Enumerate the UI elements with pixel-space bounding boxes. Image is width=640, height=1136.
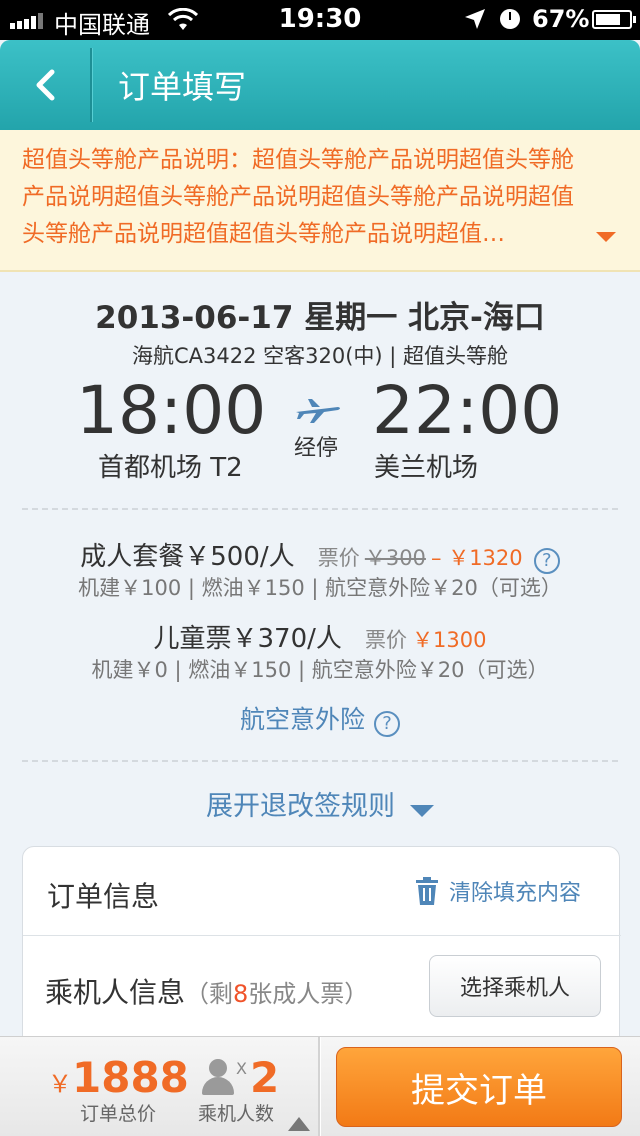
- divider: [22, 508, 618, 510]
- help-icon[interactable]: ?: [533, 547, 560, 574]
- caret-down-icon: [410, 804, 435, 817]
- divider: [23, 935, 621, 936]
- person-icon: [200, 1059, 236, 1099]
- alarm-clock-icon: [500, 9, 520, 29]
- child-ticket-label: 票价: [364, 628, 407, 652]
- remaining-prefix: （剩: [185, 980, 234, 1008]
- choose-passenger-button[interactable]: 选择乘机人: [429, 955, 601, 1017]
- battery-icon: [592, 10, 636, 29]
- arrival-airport: 美兰机场: [374, 453, 479, 483]
- adult-final-price: – ￥1320: [431, 546, 523, 570]
- trash-icon: [416, 877, 438, 905]
- departure-airport: 首都机场 T2: [98, 453, 243, 483]
- caret-up-icon[interactable]: [288, 1117, 310, 1131]
- flight-subinfo: 海航CA3422 空客320(中) | 超值头等舱: [131, 344, 509, 368]
- back-button[interactable]: [0, 40, 90, 130]
- passenger-count: 2: [250, 1053, 280, 1102]
- product-notice[interactable]: 超值头等舱产品说明：超值头等舱产品说明超值头等舱产品说明超值头等舱产品说明超值头…: [0, 130, 640, 272]
- times-sign: X: [236, 1059, 247, 1078]
- chevron-left-icon: [36, 69, 55, 101]
- passenger-info-title: 乘机人信息: [45, 976, 186, 1009]
- rules-toggle-label: 展开退改签规则: [205, 791, 395, 822]
- child-fees: 机建￥0 | 燃油￥150 | 航空意外险￥20（可选）: [91, 658, 549, 682]
- adult-original-price: ￥300: [364, 546, 426, 570]
- page-title: 订单填写: [118, 68, 247, 106]
- bottom-bar: ￥1888 订单总价 X 2 乘机人数 提交订单: [0, 1036, 640, 1136]
- adult-package-price: 成人套餐￥500/人: [80, 542, 295, 572]
- rules-toggle[interactable]: 展开退改签规则: [0, 784, 640, 823]
- nav-bar: 订单填写: [0, 40, 640, 130]
- child-ticket-price: 儿童票￥370/人: [153, 624, 342, 654]
- battery-percent: 67%: [532, 5, 590, 33]
- arrival-time: 22:00: [372, 372, 563, 449]
- submit-order-button[interactable]: 提交订单: [336, 1047, 622, 1127]
- currency-symbol: ￥: [48, 1070, 72, 1098]
- departure-time: 18:00: [76, 372, 267, 449]
- remaining-suffix: 张成人票）: [248, 980, 369, 1008]
- insurance-link[interactable]: 航空意外险: [240, 705, 365, 734]
- insurance-link-row[interactable]: 航空意外险 ?: [0, 700, 640, 737]
- remaining-count: 8: [233, 980, 249, 1008]
- order-total: ￥1888: [48, 1053, 189, 1102]
- order-total-amount: 1888: [72, 1053, 189, 1102]
- passenger-info-label: 乘机人信息（剩8张成人票）: [45, 971, 368, 1011]
- adult-price-row: 成人套餐￥500/人 票价 ￥300 – ￥1320 ?: [0, 536, 640, 574]
- status-bar: 中国联通 19:30 67%: [0, 0, 640, 40]
- child-final-price: ￥1300: [412, 628, 487, 652]
- help-icon[interactable]: ?: [374, 710, 401, 737]
- nav-divider: [90, 48, 92, 122]
- passenger-count-label: 乘机人数: [198, 1103, 275, 1125]
- notice-text: 超值头等舱产品说明：超值头等舱产品说明超值头等舱产品说明超值头等舱产品说明超值头…: [22, 147, 574, 247]
- airplane-icon: [294, 398, 342, 428]
- divider: [318, 1037, 320, 1136]
- stopover-label: 经停: [294, 436, 339, 461]
- adult-ticket-label: 票价: [317, 546, 360, 570]
- adult-fees: 机建￥100 | 燃油￥150 | 航空意外险￥20（可选）: [78, 576, 562, 600]
- clear-form-label: 清除填充内容: [449, 881, 582, 906]
- location-arrow-icon: [464, 8, 486, 36]
- divider: [22, 760, 618, 762]
- order-info-title: 订单信息: [47, 880, 160, 913]
- clear-form-button[interactable]: 清除填充内容: [415, 875, 581, 907]
- child-price-row: 儿童票￥370/人 票价 ￥1300: [0, 618, 640, 655]
- flight-date-route: 2013-06-17 星期一 北京-海口: [95, 300, 545, 336]
- order-total-label: 订单总价: [80, 1103, 157, 1125]
- expand-notice-icon[interactable]: [596, 232, 616, 242]
